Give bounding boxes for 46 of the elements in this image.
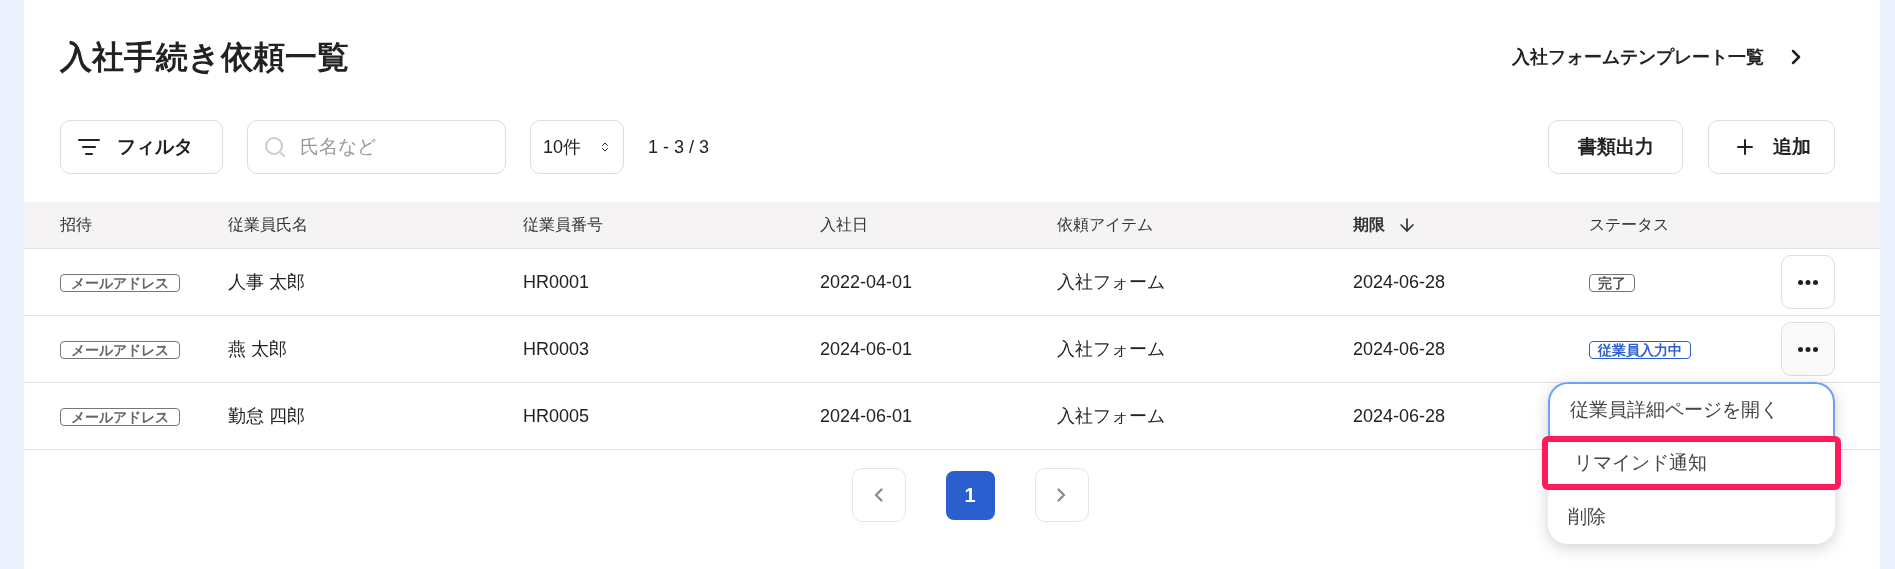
hire-date: 2024-06-01: [820, 405, 913, 426]
invite-tag: メールアドレス: [60, 340, 180, 359]
hire-date: 2022-04-01: [820, 271, 913, 292]
invite-tag: メールアドレス: [60, 407, 180, 426]
column-header: 従業員氏名: [228, 215, 308, 235]
export-button[interactable]: 書類出力: [1548, 120, 1683, 174]
employee-name: 人事 太郎: [228, 271, 305, 292]
request-item: 入社フォーム: [1057, 405, 1165, 426]
search-icon: [263, 135, 287, 159]
column-header[interactable]: 期限: [1353, 213, 1385, 237]
more-button[interactable]: [1781, 255, 1835, 309]
due-date: 2024-06-28: [1353, 271, 1446, 292]
column-header: 依頼アイテム: [1057, 215, 1153, 235]
status-badge: 完了: [1589, 273, 1635, 292]
more-button[interactable]: [1781, 322, 1835, 376]
hire-date: 2024-06-01: [820, 338, 913, 359]
menu-item[interactable]: リマインド通知: [1542, 436, 1841, 490]
column-header: ステータス: [1589, 215, 1669, 235]
column-header: 招待: [60, 215, 92, 235]
chevron-left-icon: [874, 488, 883, 502]
due-date: 2024-06-28: [1353, 405, 1446, 426]
search-field[interactable]: 氏名など: [247, 120, 506, 174]
request-item: 入社フォーム: [1057, 271, 1165, 292]
filter-button[interactable]: フィルタ: [60, 120, 223, 174]
employee-name: 勤怠 四郎: [228, 405, 305, 426]
menu-item[interactable]: 従業員詳細ページを開く: [1548, 382, 1835, 436]
employee-name: 燕 太郎: [228, 338, 287, 359]
status-badge: 従業員入力中: [1589, 340, 1691, 359]
result-range: 1 - 3 / 3: [648, 135, 710, 159]
more-icon: [1798, 279, 1818, 285]
request-item: 入社フォーム: [1057, 338, 1165, 359]
column-header: 従業員番号: [523, 215, 603, 235]
page-size-select[interactable]: 10件: [530, 120, 624, 174]
invite-tag: メールアドレス: [60, 273, 180, 292]
column-header: 入社日: [820, 215, 868, 235]
employee-number: HR0005: [523, 405, 590, 426]
page-button[interactable]: 1: [945, 470, 995, 520]
add-button[interactable]: 追加: [1708, 120, 1835, 174]
template-list-link[interactable]: 入社フォームテンプレート一覧: [1512, 43, 1808, 71]
chevron-right-icon: [1057, 488, 1066, 502]
due-date: 2024-06-28: [1353, 338, 1446, 359]
menu-item[interactable]: 削除: [1548, 490, 1835, 544]
employee-number: HR0001: [523, 271, 590, 292]
employee-number: HR0003: [523, 338, 590, 359]
more-icon: [1798, 346, 1818, 352]
page-title: 入社手続き依頼一覧: [60, 38, 349, 77]
